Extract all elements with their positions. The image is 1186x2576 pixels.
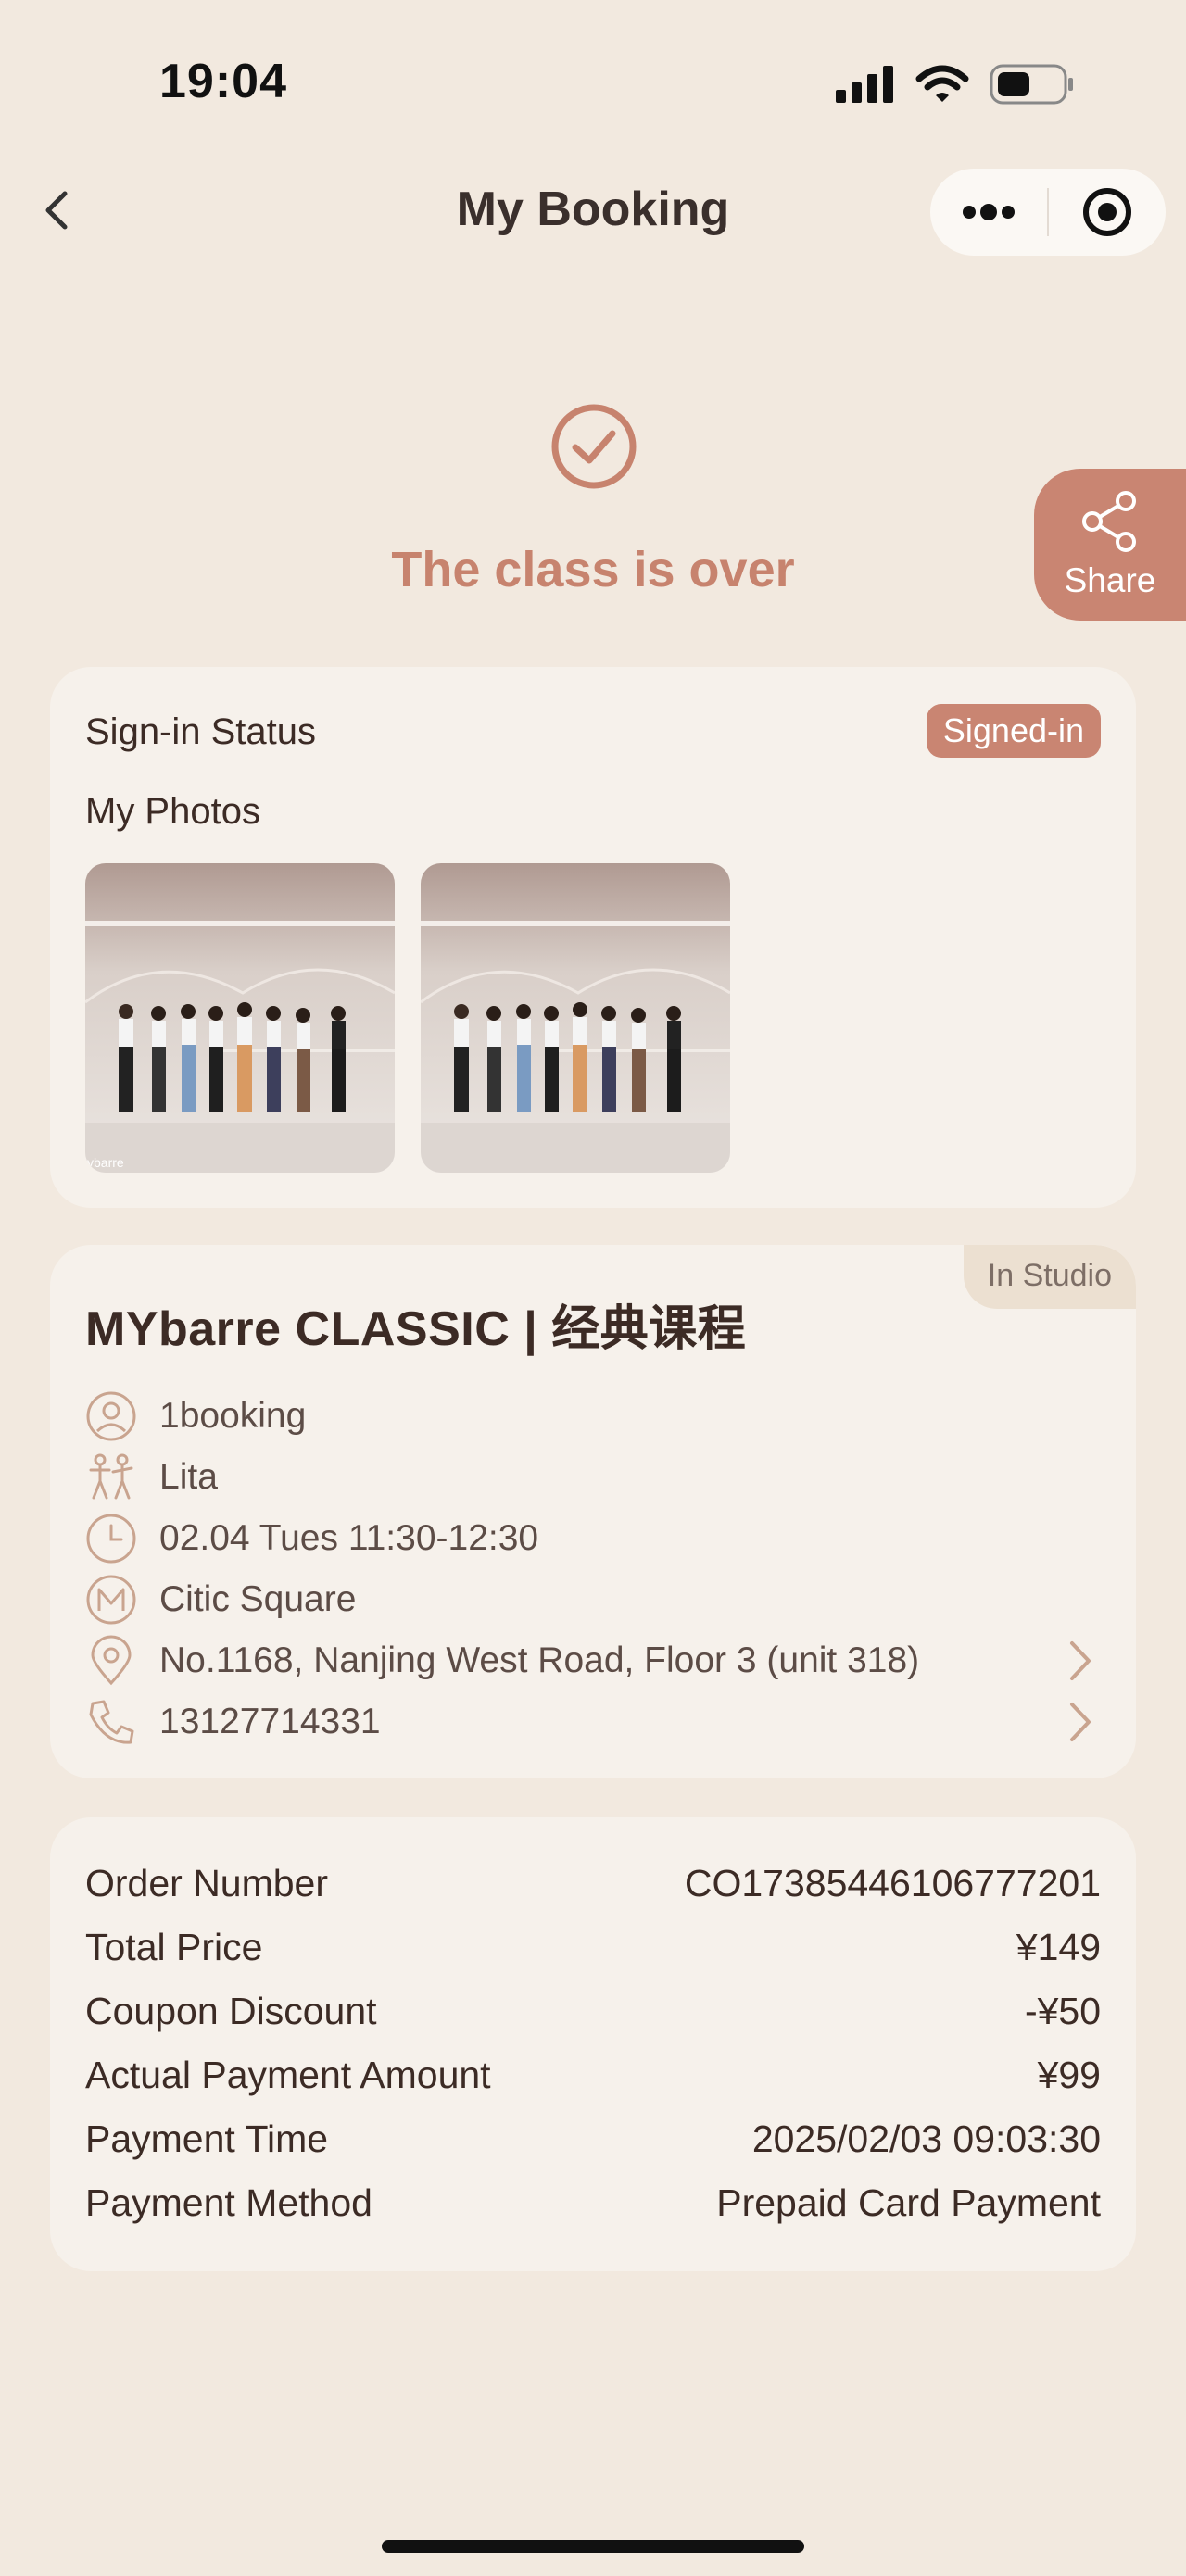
- order-value: CO17385446106777201: [684, 1862, 1101, 1904]
- photo-watermark: ybarre: [87, 1155, 124, 1170]
- group-photo-image: [421, 863, 730, 1173]
- class-photo-1[interactable]: ybarre: [85, 863, 395, 1173]
- signed-in-badge: Signed-in: [926, 704, 1101, 758]
- signin-card: Sign-in Status Signed-in My Photos ybarr…: [50, 667, 1136, 1208]
- order-label: Coupon Discount: [85, 1990, 377, 2032]
- order-info-card: Order Number CO17385446106777201 Total P…: [50, 1817, 1136, 2271]
- order-value: ¥149: [1016, 1926, 1101, 1968]
- status-time: 19:04: [159, 55, 287, 108]
- datetime-row: 02.04 Tues 11:30-12:30: [85, 1509, 1099, 1568]
- status-icons: [834, 63, 1075, 106]
- class-datetime: 02.04 Tues 11:30-12:30: [159, 1518, 539, 1558]
- share-button[interactable]: Share: [1034, 469, 1186, 621]
- close-miniapp-button[interactable]: [1049, 169, 1166, 256]
- location-pin-icon: [91, 1635, 132, 1686]
- order-label: Payment Method: [85, 2181, 372, 2224]
- chevron-right-icon: [1070, 1641, 1091, 1680]
- user-icon: [86, 1391, 136, 1441]
- more-dots-icon: [963, 204, 1015, 220]
- class-info-card: In Studio MYbarre CLASSIC | 经典课程 1bookin…: [50, 1245, 1136, 1778]
- order-value: -¥50: [1024, 1990, 1101, 2032]
- home-indicator[interactable]: [382, 2540, 804, 2553]
- class-photo-2[interactable]: [421, 863, 730, 1173]
- my-photos-label: My Photos: [85, 791, 260, 832]
- order-row: Payment Method Prepaid Card Payment: [85, 2181, 1101, 2225]
- class-status-text: The class is over: [391, 542, 795, 597]
- studio-logo-icon: [86, 1575, 136, 1625]
- order-value: 2025/02/03 09:03:30: [751, 2117, 1101, 2160]
- chevron-right-icon: [1070, 1703, 1091, 1741]
- signin-status-label: Sign-in Status: [85, 711, 317, 752]
- phone-icon: [89, 1700, 134, 1744]
- order-value: Prepaid Card Payment: [716, 2181, 1101, 2224]
- order-label: Total Price: [85, 1926, 263, 1968]
- target-icon: [1083, 188, 1131, 236]
- address-row[interactable]: No.1168, Nanjing West Road, Floor 3 (uni…: [85, 1631, 1099, 1690]
- battery-icon: [990, 64, 1073, 105]
- order-label: Actual Payment Amount: [85, 2054, 491, 2096]
- in-studio-tag: In Studio: [963, 1245, 1136, 1309]
- clock-icon: [86, 1514, 136, 1564]
- signal-icon: [836, 66, 893, 103]
- studio-phone: 13127714331: [159, 1702, 381, 1741]
- studio-address: No.1168, Nanjing West Road, Floor 3 (uni…: [159, 1640, 920, 1680]
- order-row: Order Number CO17385446106777201: [85, 1862, 1101, 1905]
- share-label: Share: [1064, 561, 1156, 599]
- booking-source-row: 1booking: [85, 1387, 1099, 1446]
- class-title: MYbarre CLASSIC | 经典课程: [85, 1302, 747, 1356]
- studio-row: Citic Square: [85, 1570, 1099, 1629]
- instructor-name: Lita: [159, 1457, 218, 1497]
- group-photo-image: ybarre: [85, 863, 395, 1173]
- check-circle-icon: [551, 404, 637, 489]
- more-button[interactable]: [930, 169, 1047, 256]
- order-row: Coupon Discount -¥50: [85, 1990, 1101, 2033]
- studio-name: Citic Square: [159, 1579, 357, 1619]
- wifi-icon: [915, 65, 969, 102]
- instructor-icon: [89, 1453, 133, 1500]
- miniapp-capsule: [930, 169, 1166, 256]
- instructor-row: Lita: [85, 1448, 1099, 1507]
- order-label: Payment Time: [85, 2117, 329, 2160]
- phone-row[interactable]: 13127714331: [85, 1692, 1099, 1752]
- order-label: Order Number: [85, 1862, 329, 1904]
- order-row: Payment Time 2025/02/03 09:03:30: [85, 2117, 1101, 2161]
- order-row: Actual Payment Amount ¥99: [85, 2054, 1101, 2097]
- booking-source-text: 1booking: [159, 1396, 307, 1436]
- order-row: Total Price ¥149: [85, 1926, 1101, 1969]
- order-value: ¥99: [1037, 2054, 1101, 2096]
- share-icon: [1082, 491, 1136, 552]
